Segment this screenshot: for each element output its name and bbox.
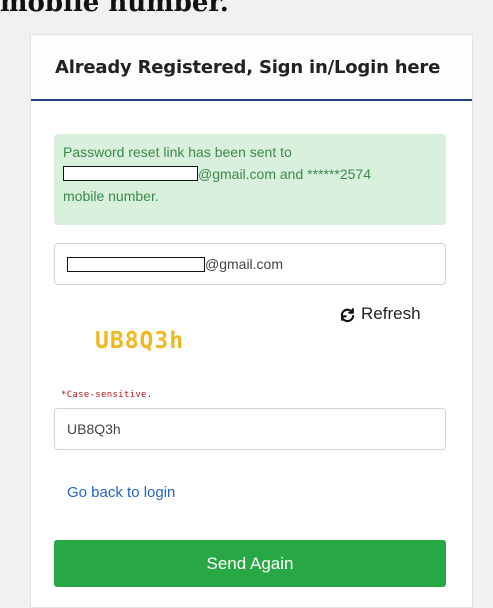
- send-again-button[interactable]: Send Again: [54, 540, 446, 587]
- success-alert: Password reset link has been sent to @gm…: [54, 134, 446, 225]
- refresh-icon: [340, 307, 355, 322]
- alert-line-3: mobile number.: [63, 188, 159, 204]
- email-suffix: @gmail.com: [205, 256, 284, 272]
- captcha-input-value: UB8Q3h: [67, 421, 121, 437]
- refresh-button[interactable]: Refresh: [339, 304, 421, 324]
- redacted-email-box: [63, 166, 198, 181]
- refresh-label: Refresh: [361, 304, 421, 323]
- page-caption: mobile number.: [0, 0, 229, 18]
- login-card: Already Registered, Sign in/Login here P…: [30, 34, 473, 608]
- captcha-image: UB8Q3h: [95, 328, 185, 354]
- redacted-email-box: [67, 256, 205, 272]
- case-sensitive-note: *Case-sensitive.: [61, 390, 153, 400]
- card-header: Already Registered, Sign in/Login here: [31, 35, 472, 101]
- alert-line-2: @gmail.com and ******2574: [63, 163, 437, 185]
- alert-email-suffix: @gmail.com and ******2574: [198, 166, 371, 182]
- alert-line-1: Password reset link has been sent to: [63, 144, 292, 160]
- captcha-input[interactable]: UB8Q3h: [54, 408, 446, 450]
- back-to-login-link[interactable]: Go back to login: [67, 484, 175, 501]
- email-field[interactable]: @gmail.com: [54, 243, 446, 285]
- card-title: Already Registered, Sign in/Login here: [55, 56, 441, 78]
